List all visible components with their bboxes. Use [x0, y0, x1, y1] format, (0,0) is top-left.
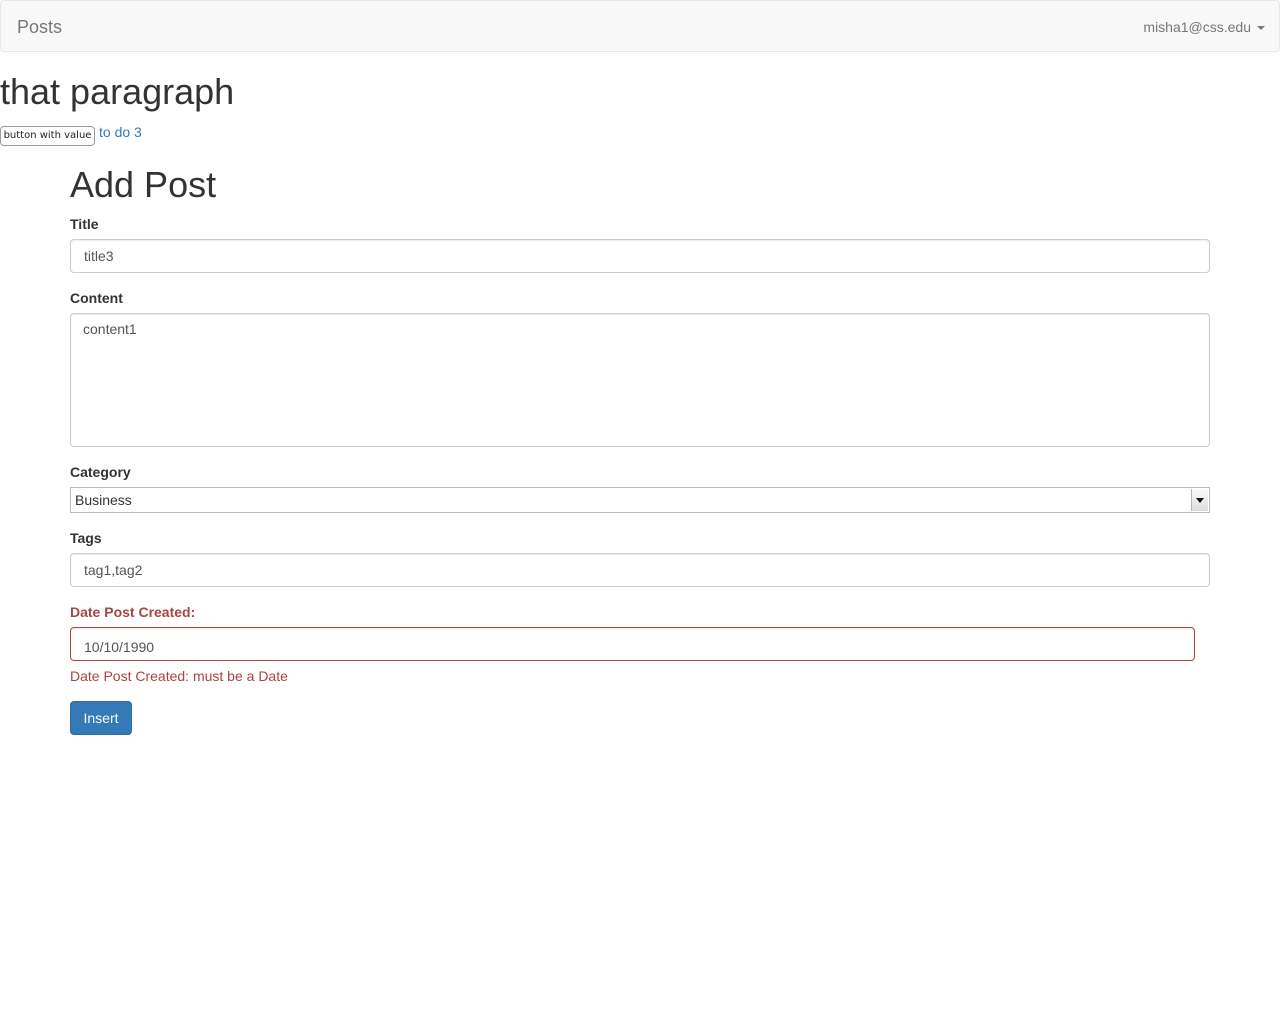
user-email: misha1@css.edu: [1143, 19, 1251, 35]
title-input[interactable]: [70, 239, 1210, 273]
page-heading: that paragraph: [0, 71, 235, 112]
category-select[interactable]: Business: [70, 487, 1210, 513]
content-label: Content: [70, 290, 123, 306]
content-textarea[interactable]: content1: [70, 313, 1210, 447]
navbar: Posts misha1@css.edu: [0, 0, 1280, 52]
caret-down-icon: [1257, 26, 1265, 30]
user-menu-dropdown[interactable]: misha1@css.edu: [1143, 17, 1265, 37]
category-label: Category: [70, 464, 131, 480]
form-title: Add Post: [70, 164, 217, 205]
date-created-input[interactable]: [70, 627, 1195, 661]
todo-link[interactable]: to do 3: [99, 122, 142, 142]
date-created-label: Date Post Created:: [70, 604, 196, 620]
tags-label: Tags: [70, 530, 102, 546]
dropdown-arrow-icon[interactable]: [1191, 489, 1208, 511]
title-label: Title: [70, 216, 99, 232]
navbar-brand[interactable]: Posts: [17, 16, 62, 38]
date-error-message: Date Post Created: must be a Date: [70, 668, 288, 684]
insert-button[interactable]: Insert: [70, 701, 132, 735]
tags-input[interactable]: [70, 553, 1210, 587]
category-selected-value: Business: [75, 492, 132, 508]
value-button[interactable]: button with value: [0, 126, 95, 146]
